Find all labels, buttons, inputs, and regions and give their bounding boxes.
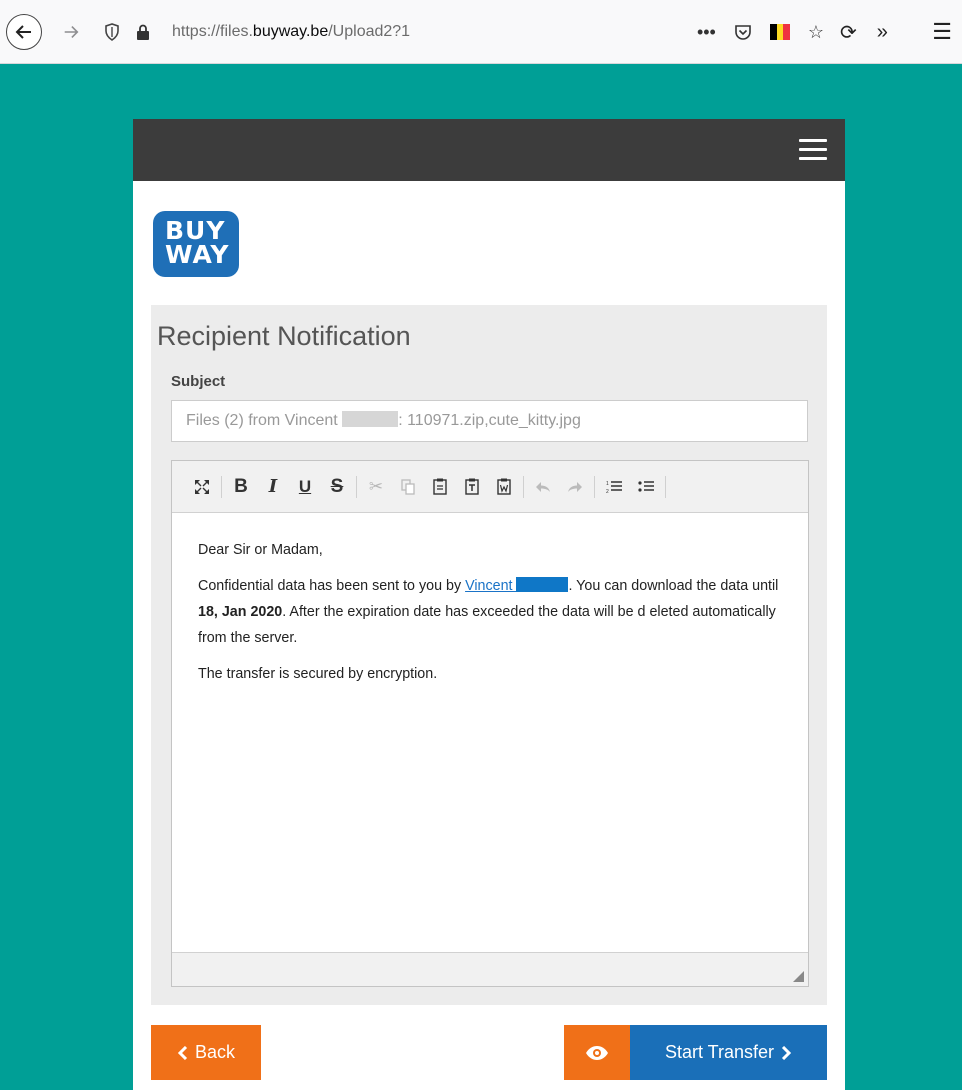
redo-icon[interactable] [559,472,591,502]
belgium-flag-icon[interactable] [769,24,790,40]
expiry-date: 18, Jan 2020 [198,604,283,620]
rich-text-editor: B I U S ✂ 1 2 Dear Sir or Madam, Confide… [171,460,809,987]
site-header [133,119,845,181]
address-bar[interactable]: https://files.buyway.be/Upload2?1 ••• ☆ [96,12,824,52]
maximize-icon[interactable] [186,472,218,502]
notification-panel: Recipient Notification Subject Files (2)… [151,305,827,1005]
toolbar-separator [221,475,222,498]
editor-content[interactable]: Dear Sir or Madam, Confidential data has… [172,513,808,687]
subject-value-prefix: Files (2) from Vincent [186,412,338,429]
browser-menu-icon[interactable]: ☰ [932,12,952,52]
start-transfer-label: Start Transfer [664,1042,775,1062]
buyway-logo: BUY WAY [153,211,239,277]
reload-icon[interactable]: ⟳ [840,20,857,45]
overflow-chevron-icon[interactable]: » [877,21,888,44]
start-transfer-button[interactable]: Start Transfer [630,1025,827,1080]
back-button-label: Back [194,1042,236,1062]
back-button[interactable]: Back [151,1025,261,1080]
encryption-note: The transfer is secured by encryption. [198,666,438,682]
sender-link-text: Vincent [465,578,513,594]
toolbar-separator [665,475,666,498]
page-actions-icon[interactable]: ••• [697,22,716,43]
arrow-left-icon [15,25,31,39]
bulleted-list-icon[interactable] [630,472,662,502]
subject-value-suffix: : 110971.zip,cute_kitty.jpg [398,412,581,429]
lock-icon[interactable] [136,24,150,40]
eye-icon [586,1045,608,1060]
numbered-list-icon[interactable]: 12 [598,472,630,502]
message-text: Confidential data has been sent to you b… [198,578,466,594]
underline-icon[interactable]: U [289,472,321,502]
copy-icon[interactable] [392,472,424,502]
bold-icon[interactable]: B [225,472,257,502]
subject-input[interactable]: Files (2) from Vincent : 110971.zip,cute… [171,400,808,442]
toolbar-separator [594,475,595,498]
pocket-icon[interactable] [734,23,752,41]
logo-line-2: WAY [165,240,230,269]
editor-toolbar: B I U S ✂ 1 2 [172,461,808,513]
sender-link[interactable]: Vincent [465,577,569,594]
message-paragraph: Confidential data has been sent to you b… [198,573,782,651]
resize-handle-icon[interactable] [793,971,804,982]
url-domain: buyway.be [252,23,329,40]
message-text: . After the expiration date has exceeded… [198,604,776,646]
url-prefix: https://files. [172,23,253,40]
svg-text:2: 2 [606,489,609,494]
hamburger-menu-icon[interactable] [799,139,827,161]
message-text: . You can download the data until [568,578,779,594]
italic-icon[interactable]: I [257,472,289,502]
browser-toolbar: https://files.buyway.be/Upload2?1 ••• ☆ … [0,0,962,64]
shield-icon[interactable] [104,23,120,41]
paste-word-icon[interactable] [488,472,520,502]
url-text[interactable]: https://files.buyway.be/Upload2?1 [172,12,410,52]
subject-label: Subject [171,373,226,390]
redacted-surname [342,411,399,427]
browser-forward-button[interactable] [56,16,86,48]
undo-icon[interactable] [527,472,559,502]
bookmark-star-icon[interactable]: ☆ [808,22,824,43]
url-path: /Upload2?1 [328,23,411,40]
editor-statusbar [172,952,808,986]
cut-icon[interactable]: ✂ [360,472,392,502]
greeting-text: Dear Sir or Madam, [198,542,323,558]
chevron-right-icon [781,1045,792,1060]
strikethrough-icon[interactable]: S [321,472,353,502]
paste-icon[interactable] [424,472,456,502]
panel-title: Recipient Notification [157,321,411,351]
preview-button[interactable] [564,1025,630,1080]
toolbar-separator [356,475,357,498]
paste-text-icon[interactable] [456,472,488,502]
chevron-left-icon [177,1045,188,1060]
page-card: BUY WAY Recipient Notification Subject F… [133,119,845,1090]
svg-text:1: 1 [606,481,609,487]
arrow-right-icon [64,26,79,38]
redacted-surname [516,577,569,592]
toolbar-separator [523,475,524,498]
browser-back-button[interactable] [6,14,42,50]
